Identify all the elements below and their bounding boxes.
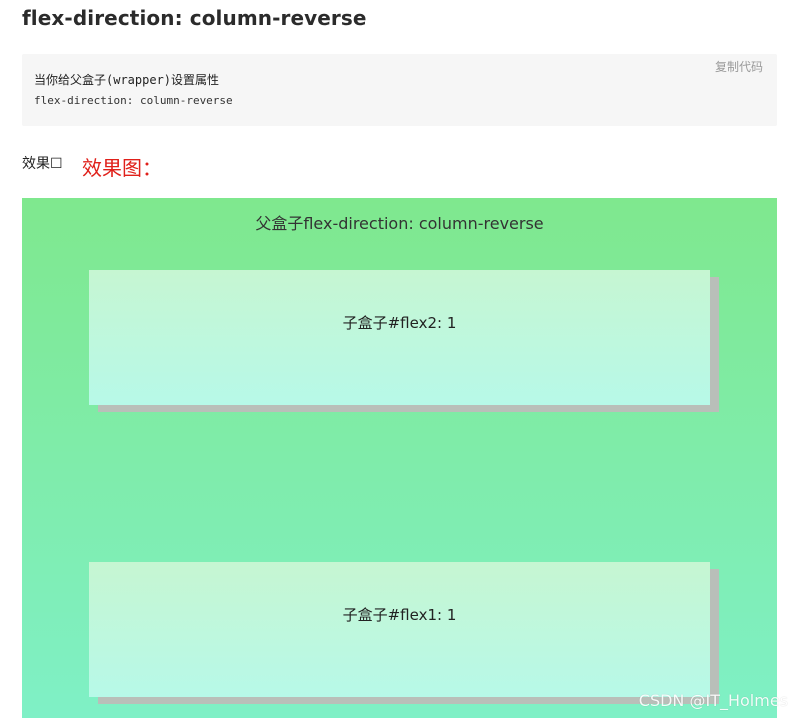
child-box-flex2: 子盒子#flex2: 1: [89, 270, 710, 405]
child-box-label: 子盒子#flex1: 1: [342, 606, 457, 624]
demo-title: 父盒子flex-direction: column-reverse: [255, 214, 544, 233]
code-line-1: 当你给父盒子(wrapper)设置属性: [34, 73, 220, 87]
effect-text: 效果☐: [22, 156, 63, 172]
code-line-2: flex-direction: column-reverse: [34, 94, 233, 107]
child-box-flex1: 子盒子#flex1: 1: [89, 562, 710, 697]
watermark: CSDN @IT_Holmes: [638, 691, 788, 710]
page-title: flex-direction: column-reverse: [22, 6, 367, 30]
code-block: 复制代码 当你给父盒子(wrapper)设置属性 flex-direction:…: [22, 54, 777, 126]
copy-code-button[interactable]: 复制代码: [715, 58, 763, 75]
child-box-label: 子盒子#flex2: 1: [342, 314, 457, 332]
effect-title: 效果图：: [82, 156, 162, 180]
page: flex-direction: column-reverse 复制代码 当你给父…: [0, 0, 802, 718]
broken-image-icon: ☐: [50, 156, 63, 172]
demo-parent-box: 父盒子flex-direction: column-reverse 子盒子#fl…: [22, 198, 777, 718]
